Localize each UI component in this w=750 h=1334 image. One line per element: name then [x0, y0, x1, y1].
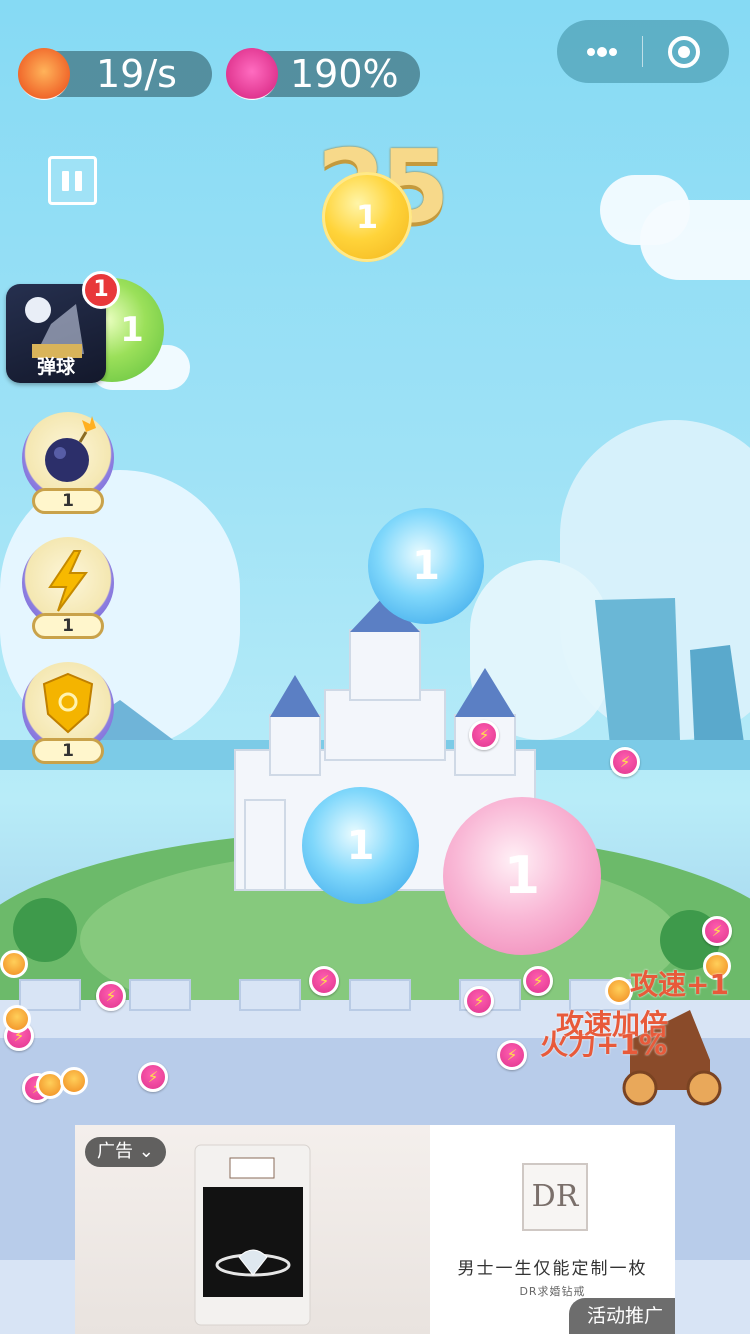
ad-tag[interactable]: 广告 ⌄: [85, 1137, 166, 1167]
lightning-coin: [610, 747, 640, 777]
speedometer-icon: [18, 48, 70, 100]
yellow-ball: 1: [322, 172, 412, 262]
ad-tag-label: 广告: [97, 1141, 133, 1162]
capsule-divider: [642, 36, 643, 67]
shield-powerup[interactable]: 1: [22, 662, 114, 764]
powerup-count: 1: [32, 613, 104, 639]
lightning-coin: [702, 916, 732, 946]
lightning-powerup[interactable]: 1: [22, 537, 114, 639]
lightning-coin: [138, 1062, 168, 1092]
lightning-icon: [226, 48, 278, 100]
chevron-down-icon: ⌄: [138, 1141, 154, 1162]
ad-headline: 男士一生仅能定制一枚: [457, 1259, 648, 1279]
target-close-icon[interactable]: [665, 33, 703, 71]
blue-ball: 1: [302, 787, 419, 904]
gold-coin: [605, 977, 633, 1005]
ball-number: 1: [355, 198, 379, 236]
game-scene[interactable]: 19/s 190% 25 1 1 1 1 1: [0, 0, 750, 1334]
floating-text: 攻速+1: [630, 968, 729, 1001]
brand-logo: DR: [522, 1163, 588, 1231]
pause-button[interactable]: [48, 156, 97, 205]
lightning-coin: [464, 986, 494, 1016]
speed-value: 19/s: [96, 52, 177, 96]
floating-text: 火力+1%: [540, 1028, 667, 1061]
power-value: 190%: [290, 52, 399, 96]
lightning-icon: [48, 550, 88, 612]
bomb-icon: [45, 416, 96, 482]
notification-badge: 1: [82, 271, 120, 309]
ad-promo-label[interactable]: 活动推广: [568, 1298, 675, 1334]
pink-ball: 1: [443, 797, 601, 955]
shield-icon: [42, 672, 94, 734]
speed-stat: 19/s: [18, 48, 212, 100]
lightning-coin: [523, 966, 553, 996]
power-stat: 190%: [226, 48, 420, 100]
gold-coin: [60, 1067, 88, 1095]
gold-coin: [0, 950, 28, 978]
more-dots-icon[interactable]: [577, 32, 627, 72]
ball-number: 1: [503, 846, 541, 906]
lightning-coin: [309, 966, 339, 996]
lightning-coin: [469, 720, 499, 750]
lightning-coin: [497, 1040, 527, 1070]
ball-number: 1: [346, 822, 375, 869]
app-label: 弹球: [36, 356, 75, 378]
powerup-count: 1: [32, 488, 104, 514]
ad-subline: DR求婚钻戒: [519, 1285, 586, 1298]
bomb-powerup[interactable]: 1: [22, 412, 114, 514]
pause-icon: [62, 171, 69, 191]
ad-image: 广告 ⌄: [75, 1125, 430, 1334]
powerup-count: 1: [32, 738, 104, 764]
gold-coin: [3, 1005, 31, 1033]
pause-icon: [75, 171, 82, 191]
capsule-menu: [557, 20, 729, 83]
ad-banner[interactable]: 广告 ⌄ DR 男士一生仅能定制一枚 DR求婚钻戒 活动推广: [75, 1125, 675, 1334]
lightning-coin: [96, 981, 126, 1011]
blue-ball: 1: [368, 508, 484, 624]
ball-number: 1: [412, 543, 440, 589]
